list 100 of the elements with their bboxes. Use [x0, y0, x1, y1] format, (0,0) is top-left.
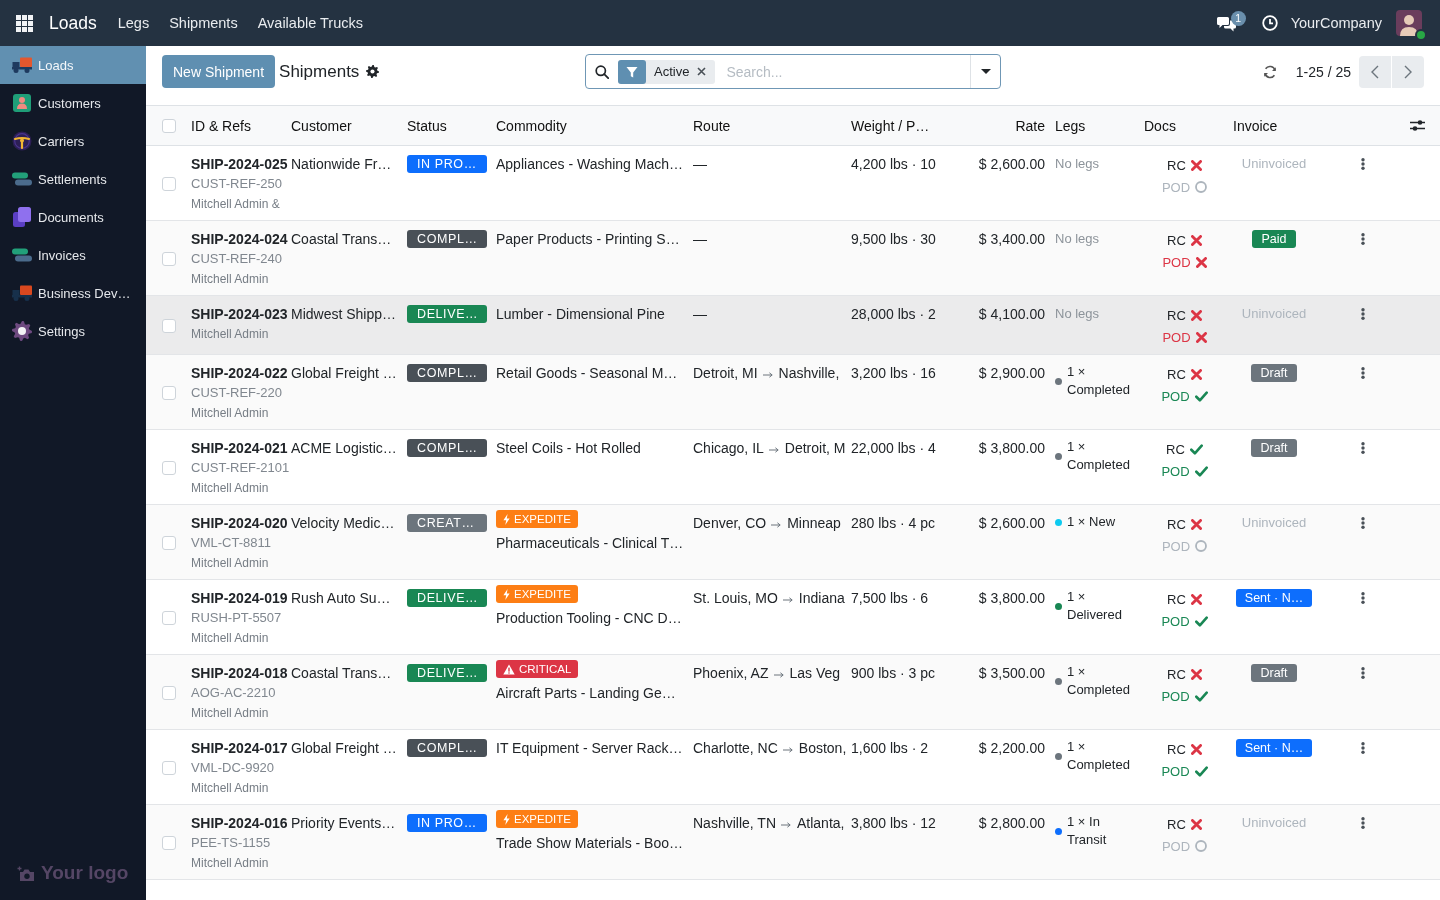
- more-options-icon[interactable]: [1360, 592, 1365, 604]
- arrow-icon: [782, 746, 793, 753]
- sidebar-item[interactable]: Carriers: [0, 122, 146, 160]
- column-header[interactable]: Docs: [1144, 117, 1176, 134]
- destination-city: Minneap: [787, 514, 841, 533]
- refresh-icon[interactable]: [1262, 64, 1277, 79]
- sliders-icon[interactable]: [1410, 119, 1425, 132]
- sidebar-item[interactable]: Business Dev…: [0, 274, 146, 312]
- invoice-status: Uninvoiced: [1241, 155, 1307, 173]
- sidebar-item[interactable]: Invoices: [0, 236, 146, 274]
- row-checkbox[interactable]: [162, 252, 176, 266]
- column-header[interactable]: Rate: [1015, 117, 1045, 134]
- page-title: Shipments: [279, 61, 360, 82]
- arrow-icon: [773, 671, 784, 678]
- filter-facet[interactable]: Active: [618, 59, 716, 84]
- customer-name: ACME Logistic…: [291, 439, 398, 458]
- sidebar-item[interactable]: Documents: [0, 198, 146, 236]
- menu-item[interactable]: Legs: [117, 15, 150, 31]
- commodity-name: Appliances - Washing Mach…: [496, 155, 684, 174]
- lightning-icon: [503, 588, 510, 600]
- status-badge: COMPL…: [407, 439, 487, 457]
- route-text: —: [693, 305, 707, 324]
- search-input[interactable]: Search...: [726, 59, 970, 84]
- more-options-icon[interactable]: [1360, 367, 1365, 379]
- column-header[interactable]: Commodity: [496, 117, 567, 134]
- commodity-name: Production Tooling - CNC D…: [496, 609, 683, 628]
- sidebar-item[interactable]: Settlements: [0, 160, 146, 198]
- apps-grid-icon[interactable]: [16, 14, 33, 32]
- shipment-id: SHIP-2024-016: [191, 814, 289, 833]
- column-header[interactable]: Invoice: [1233, 117, 1278, 134]
- table-row[interactable]: SHIP-2024-018 AOG-AC-2210 Mitchell Admin Coastal Trans… DELIVE… CRITICAL Aircraft Parts - Landing Ge… Phoenix, AZ Las Veg 900 lbs · 3 pc $ 3,500.00 1 × Completed RC POD Draft: [146, 655, 1440, 730]
- row-checkbox[interactable]: [162, 611, 176, 625]
- commodity-name: Pharmaceuticals - Clinical T…: [496, 534, 685, 553]
- more-options-icon[interactable]: [1360, 233, 1365, 245]
- shipment-id: SHIP-2024-017: [191, 739, 289, 758]
- row-checkbox[interactable]: [162, 761, 176, 775]
- table-row[interactable]: SHIP-2024-024 CUST-REF-240 Mitchell Admin Coastal Trans… COMPL… Paper Products - Printing S… — 9,500 lbs · 30 $ 3,400.00 No legs RC POD Paid: [146, 221, 1440, 296]
- company-name[interactable]: YourCompany: [1290, 15, 1382, 31]
- document-code: POD: [1161, 179, 1191, 195]
- column-header[interactable]: Route: [693, 117, 731, 134]
- document-code: POD: [1161, 613, 1190, 629]
- table-row[interactable]: SHIP-2024-023 Mitchell Admin Midwest Shipp… DELIVE… Lumber - Dimensional Pine — 28,000 lbs · 2 $ 4,100.00 No legs RC POD Uninvoiced: [146, 296, 1440, 355]
- row-checkbox[interactable]: [162, 686, 176, 700]
- warning-icon: [503, 663, 515, 675]
- clock-icon[interactable]: [1261, 15, 1278, 31]
- legs-summary: No legs: [1055, 231, 1100, 246]
- legs-summary: 1 × Completed: [1067, 738, 1131, 774]
- status-dot: [1415, 29, 1427, 41]
- row-checkbox[interactable]: [162, 836, 176, 850]
- arrow-icon: [781, 821, 791, 828]
- chat-icon[interactable]: [1216, 14, 1236, 32]
- column-header[interactable]: Customer: [291, 117, 352, 134]
- column-header[interactable]: Legs: [1055, 117, 1086, 134]
- more-options-icon[interactable]: [1360, 517, 1365, 529]
- owner-name: Mitchell Admin &: [191, 196, 281, 213]
- row-checkbox[interactable]: [162, 319, 176, 333]
- table-row[interactable]: SHIP-2024-022 CUST-REF-220 Mitchell Admin Global Freight … COMPL… Retail Goods - Seasonal M… Detroit, MI Nashville, 3,200 lbs · 16 $ 2,900.00 1 × Completed RC POD Draft: [146, 355, 1440, 430]
- document-code: RC: [1166, 441, 1185, 457]
- table-row[interactable]: SHIP-2024-020 VML-CT-8811 Mitchell Admin Velocity Medic… CREAT… EXPEDITE Pharmaceuticals - Clinical T… Denver, CO Minneap 280 lbs · 4 pc $ 2,600.00 1 × New RC POD Uninvoiced: [146, 505, 1440, 580]
- weight-pieces: 7,500 lbs · 6: [851, 589, 930, 608]
- weight-pieces: 280 lbs · 4 pc: [851, 514, 937, 533]
- row-checkbox[interactable]: [162, 386, 176, 400]
- owner-name: Mitchell Admin: [191, 780, 270, 797]
- sidebar-item[interactable]: Settings: [0, 312, 146, 350]
- owner-name: Mitchell Admin: [191, 326, 270, 343]
- rate-amount: $ 2,900.00: [977, 364, 1046, 383]
- search-bar[interactable]: Active Search...: [585, 54, 1001, 89]
- close-icon[interactable]: [697, 67, 707, 76]
- more-options-icon[interactable]: [1360, 667, 1365, 679]
- pager-value[interactable]: 1-25 / 25: [1295, 63, 1351, 80]
- select-all-checkbox[interactable]: [162, 118, 176, 133]
- commodity-name: Aircraft Parts - Landing Ge…: [496, 684, 677, 703]
- document-code: POD: [1162, 254, 1191, 270]
- column-header[interactable]: ID & Refs: [191, 117, 251, 134]
- search-icon[interactable]: [595, 64, 609, 79]
- more-options-icon[interactable]: [1360, 742, 1365, 754]
- menu-item[interactable]: Available Trucks: [257, 15, 363, 31]
- truck-icon: [12, 285, 32, 301]
- commodity-name: Retail Goods - Seasonal M…: [496, 364, 679, 383]
- sidebar-item[interactable]: Customers: [0, 84, 146, 122]
- document-code: POD: [1161, 688, 1190, 704]
- row-checkbox[interactable]: [162, 461, 176, 475]
- app-title[interactable]: Loads: [49, 12, 97, 34]
- gear-icon[interactable]: [366, 65, 380, 78]
- rate-amount: $ 2,600.00: [977, 155, 1046, 174]
- origin-city: Detroit, MI: [693, 364, 758, 383]
- reference-number: RUSH-PT-5507: [191, 609, 283, 627]
- more-options-icon[interactable]: [1360, 308, 1365, 320]
- more-options-icon[interactable]: [1360, 817, 1365, 829]
- column-header[interactable]: Weight / P…: [851, 117, 930, 134]
- row-checkbox[interactable]: [162, 536, 176, 550]
- document-code: RC: [1167, 591, 1186, 607]
- menu-item[interactable]: Shipments: [169, 15, 238, 31]
- more-options-icon[interactable]: [1360, 158, 1365, 170]
- table-row[interactable]: SHIP-2024-016 PEE-TS-1155 Mitchell Admin Priority Events… IN PRO… EXPEDITE Trade Show Materials - Boo… Nashville, TN Atlanta, 3,800 lbs · 12 $ 2,800.00 1 × In Transit RC POD Uninvoiced: [146, 805, 1440, 880]
- column-header[interactable]: Status: [407, 117, 447, 134]
- owner-name: Mitchell Admin: [191, 405, 270, 422]
- more-options-icon[interactable]: [1360, 442, 1365, 454]
- avatar-icon[interactable]: [1396, 10, 1422, 36]
- row-checkbox[interactable]: [162, 177, 176, 191]
